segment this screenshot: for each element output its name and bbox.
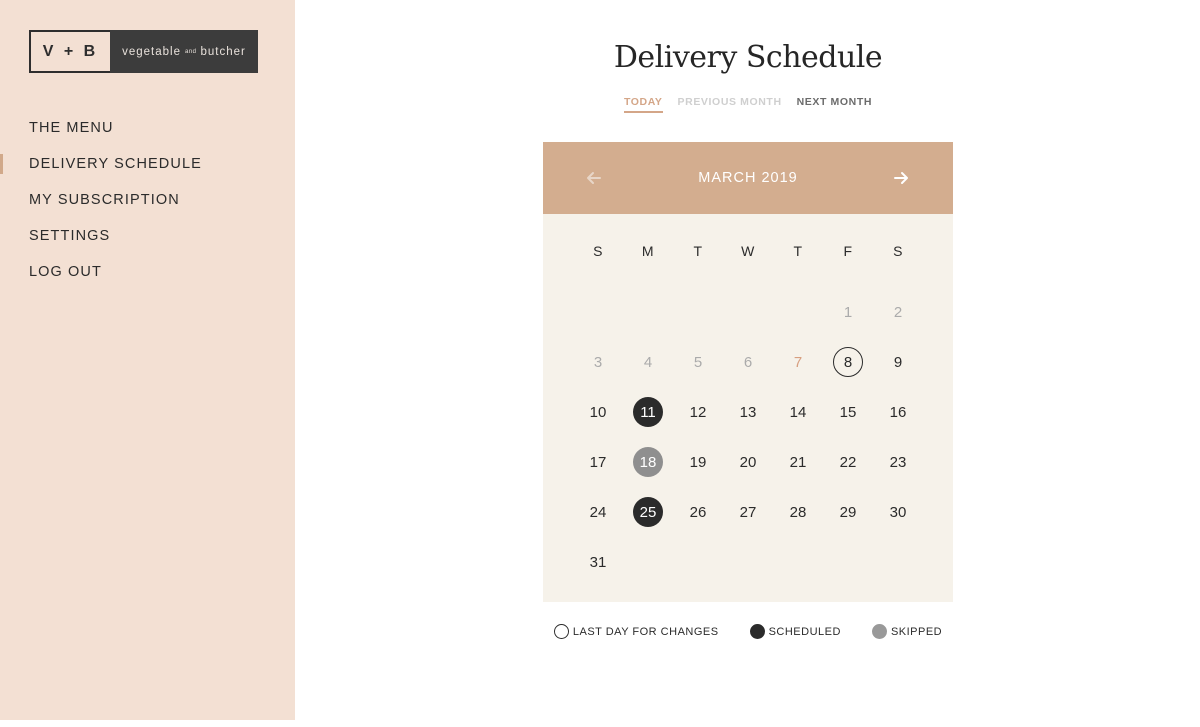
- weekday-label: W: [741, 242, 755, 259]
- calendar-day[interactable]: 20: [733, 447, 763, 477]
- calendar-day[interactable]: 21: [783, 447, 813, 477]
- logo-word-butcher: butcher: [200, 45, 246, 58]
- filled-gray-circle-icon: [871, 624, 887, 639]
- empty-day-cell: [673, 537, 723, 587]
- month-subnav: TODAY PREVIOUS MONTH NEXT MONTH: [543, 96, 953, 113]
- sidebar-item-delivery-schedule[interactable]: DELIVERY SCHEDULE: [0, 146, 295, 182]
- calendar-day: 2: [893, 303, 903, 321]
- calendar-header: MARCH 2019: [543, 142, 953, 214]
- calendar-day-scheduled[interactable]: 11: [633, 397, 663, 427]
- legend-last-day: LAST DAY FOR CHANGES: [553, 624, 719, 639]
- weekday-label: S: [893, 242, 903, 259]
- calendar-day[interactable]: 26: [683, 497, 713, 527]
- logo-word-vegetable: vegetable: [122, 45, 181, 58]
- calendar-day[interactable]: 28: [783, 497, 813, 527]
- calendar-day[interactable]: 9: [883, 347, 913, 377]
- legend-label: SKIPPED: [890, 625, 943, 638]
- calendar-week: 31: [543, 537, 953, 587]
- calendar-month-label: MARCH 2019: [698, 170, 798, 186]
- calendar-day[interactable]: 22: [833, 447, 863, 477]
- weekday-label: M: [641, 242, 655, 259]
- sidebar-nav: THE MENU DELIVERY SCHEDULE MY SUBSCRIPTI…: [0, 110, 295, 290]
- calendar-day[interactable]: 17: [583, 447, 613, 477]
- sidebar-item-the-menu[interactable]: THE MENU: [0, 110, 295, 146]
- calendar-day[interactable]: 13: [733, 397, 763, 427]
- empty-day-cell: [673, 287, 723, 337]
- calendar-day: 3: [593, 353, 603, 371]
- calendar-day[interactable]: 29: [833, 497, 863, 527]
- calendar-day: 4: [643, 353, 653, 371]
- calendar-day: 6: [743, 353, 753, 371]
- weekday-label: T: [793, 242, 803, 259]
- calendar-day[interactable]: 15: [833, 397, 863, 427]
- logo-wordmark: vegetable and butcher: [110, 30, 258, 73]
- empty-day-cell: [573, 287, 623, 337]
- today-link[interactable]: TODAY: [623, 96, 663, 113]
- logo-word-and: and: [185, 48, 197, 55]
- sidebar: V + B vegetable and butcher THE MENU DEL…: [0, 0, 295, 720]
- logo[interactable]: V + B vegetable and butcher: [29, 30, 258, 73]
- arrow-right-icon[interactable]: [891, 168, 911, 188]
- calendar-day[interactable]: 23: [883, 447, 913, 477]
- arrow-left-icon[interactable]: [584, 168, 604, 188]
- calendar: MARCH 2019 S M T W T F S 1 2 3 4 5 6 7 8…: [543, 142, 953, 602]
- calendar-day: 1: [843, 303, 853, 321]
- calendar-day[interactable]: 24: [583, 497, 613, 527]
- sidebar-item-settings[interactable]: SETTINGS: [0, 218, 295, 254]
- calendar-day[interactable]: 12: [683, 397, 713, 427]
- calendar-week: 1 2: [543, 287, 953, 337]
- calendar-week: 17 18 19 20 21 22 23: [543, 437, 953, 487]
- calendar-day: 5: [693, 353, 703, 371]
- calendar-week: 24 25 26 27 28 29 30: [543, 487, 953, 537]
- legend-scheduled: SCHEDULED: [749, 624, 841, 639]
- weekday-label: T: [693, 242, 703, 259]
- empty-day-cell: [873, 537, 923, 587]
- outline-circle-icon: [553, 624, 569, 639]
- calendar-day[interactable]: 14: [783, 397, 813, 427]
- legend-label: SCHEDULED: [768, 625, 841, 638]
- calendar-day[interactable]: 19: [683, 447, 713, 477]
- calendar-day[interactable]: 30: [883, 497, 913, 527]
- next-month-link[interactable]: NEXT MONTH: [797, 96, 872, 113]
- calendar-day-last-day-for-changes[interactable]: 8: [833, 347, 863, 377]
- empty-day-cell: [723, 537, 773, 587]
- filled-dark-circle-icon: [749, 624, 765, 639]
- sidebar-item-log-out[interactable]: LOG OUT: [0, 254, 295, 290]
- calendar-day[interactable]: 31: [583, 547, 613, 577]
- empty-day-cell: [623, 287, 673, 337]
- calendar-week: 10 11 12 13 14 15 16: [543, 387, 953, 437]
- calendar-day-skipped[interactable]: 18: [633, 447, 663, 477]
- weekday-header-row: S M T W T F S: [543, 214, 953, 287]
- calendar-week: 3 4 5 6 7 8 9: [543, 337, 953, 387]
- weekday-label: S: [593, 242, 603, 259]
- calendar-grid: S M T W T F S 1 2 3 4 5 6 7 8 9 10 11 12…: [543, 214, 953, 587]
- previous-month-link[interactable]: PREVIOUS MONTH: [678, 96, 782, 113]
- calendar-day[interactable]: 27: [733, 497, 763, 527]
- empty-day-cell: [823, 537, 873, 587]
- logo-mark: V + B: [29, 30, 110, 73]
- sidebar-item-my-subscription[interactable]: MY SUBSCRIPTION: [0, 182, 295, 218]
- calendar-day[interactable]: 16: [883, 397, 913, 427]
- empty-day-cell: [623, 537, 673, 587]
- calendar-day-scheduled[interactable]: 25: [633, 497, 663, 527]
- calendar-day[interactable]: 10: [583, 397, 613, 427]
- empty-day-cell: [773, 287, 823, 337]
- legend-label: LAST DAY FOR CHANGES: [572, 625, 719, 638]
- calendar-legend: LAST DAY FOR CHANGES SCHEDULED SKIPPED: [543, 624, 953, 639]
- legend-skipped: SKIPPED: [871, 624, 943, 639]
- weekday-label: F: [843, 242, 853, 259]
- empty-day-cell: [723, 287, 773, 337]
- page-title: Delivery Schedule: [613, 40, 883, 75]
- calendar-day-today[interactable]: 7: [783, 347, 813, 377]
- empty-day-cell: [773, 537, 823, 587]
